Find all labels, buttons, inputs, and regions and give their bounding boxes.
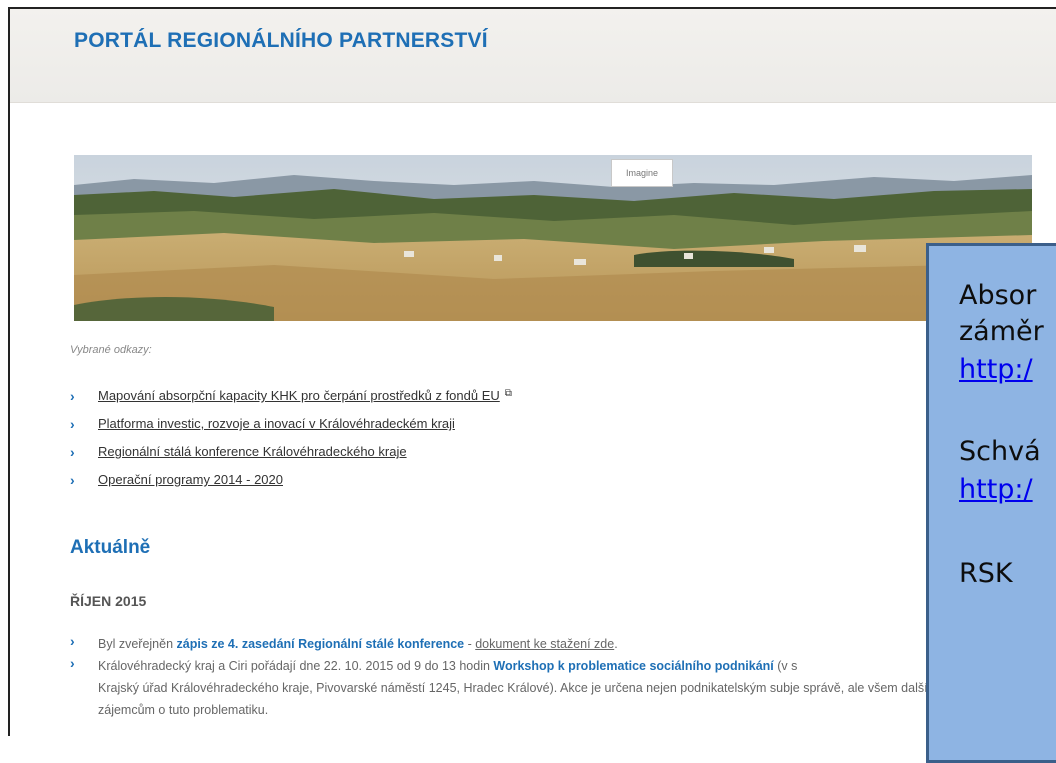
links-list: › Mapování absorpční kapacity KHK pro če…	[70, 388, 512, 500]
slide-callout-box: Absor záměr http:/ Schvá http:/ RSK	[926, 243, 1056, 763]
banner-caption: Imagine	[611, 159, 673, 187]
callout-url[interactable]: http:/	[959, 354, 1033, 385]
links-heading: Vybrané odkazy:	[70, 344, 152, 356]
browser-page: PORTÁL REGIONÁLNÍHO PARTNERSTVÍ Imagine …	[8, 7, 1056, 736]
link-absorpcni-kapacita[interactable]: Mapování absorpční kapacity KHK pro čerp…	[98, 388, 500, 404]
news-text: Královéhradecký kraj a Ciri pořádají dne…	[98, 655, 968, 721]
chevron-right-icon: ›	[70, 655, 75, 671]
link-platforma-investic[interactable]: Platforma investic, rozvoje a inovací v …	[98, 416, 455, 432]
site-header: PORTÁL REGIONÁLNÍHO PARTNERSTVÍ	[10, 9, 1056, 103]
news-text: Byl zveřejněn zápis ze 4. zasedání Regio…	[98, 633, 968, 655]
site-title[interactable]: PORTÁL REGIONÁLNÍHO PARTNERSTVÍ	[74, 29, 488, 53]
news-text-prefix: Byl zveřejněn	[98, 637, 177, 651]
chevron-right-icon: ›	[70, 388, 75, 404]
link-dokument-ke-stazeni[interactable]: dokument ke stažení zde	[475, 637, 614, 651]
news-text-suffix: Krajský úřad Královéhradeckého kraje, Pi…	[98, 681, 938, 717]
list-item: › Regionální stálá konference Královéhra…	[70, 444, 512, 472]
link-operacni-programy[interactable]: Operační programy 2014 - 2020	[98, 472, 283, 488]
link-workshop[interactable]: Workshop k problematice sociálního podni…	[493, 659, 773, 673]
news-list: › Byl zveřejněn zápis ze 4. zasedání Reg…	[70, 633, 970, 721]
link-regionalni-konference[interactable]: Regionální stálá konference Královéhrade…	[98, 444, 407, 460]
link-zapis[interactable]: zápis ze 4. zasedání Regionální stálé ko…	[177, 637, 465, 651]
chevron-right-icon: ›	[70, 633, 75, 649]
external-link-icon: ⧉	[504, 388, 512, 399]
banner-image: Imagine	[74, 155, 1032, 321]
landscape-photo	[74, 155, 1032, 321]
list-item: › Platforma investic, rozvoje a inovací …	[70, 416, 512, 444]
callout-line: Absor	[959, 280, 1037, 311]
month-heading: ŘÍJEN 2015	[70, 593, 147, 609]
chevron-right-icon: ›	[70, 444, 75, 460]
callout-url[interactable]: http:/	[959, 474, 1033, 505]
callout-line: Schvá	[959, 436, 1041, 467]
list-item: › Operační programy 2014 - 2020	[70, 472, 512, 500]
callout-line: záměr	[959, 316, 1044, 347]
news-text-prefix: Královéhradecký kraj a Ciri pořádají dne…	[98, 659, 494, 673]
news-text-separator: -	[464, 637, 476, 651]
news-text-middle: (v s	[773, 659, 798, 673]
callout-line: RSK	[959, 558, 1013, 589]
news-item: › Královéhradecký kraj a Ciri pořádají d…	[70, 655, 970, 721]
chevron-right-icon: ›	[70, 416, 75, 432]
news-text-suffix: .	[614, 637, 618, 651]
list-item: › Mapování absorpční kapacity KHK pro če…	[70, 388, 512, 416]
news-item: › Byl zveřejněn zápis ze 4. zasedání Reg…	[70, 633, 970, 655]
news-heading: Aktuálně	[70, 537, 151, 558]
chevron-right-icon: ›	[70, 472, 75, 488]
